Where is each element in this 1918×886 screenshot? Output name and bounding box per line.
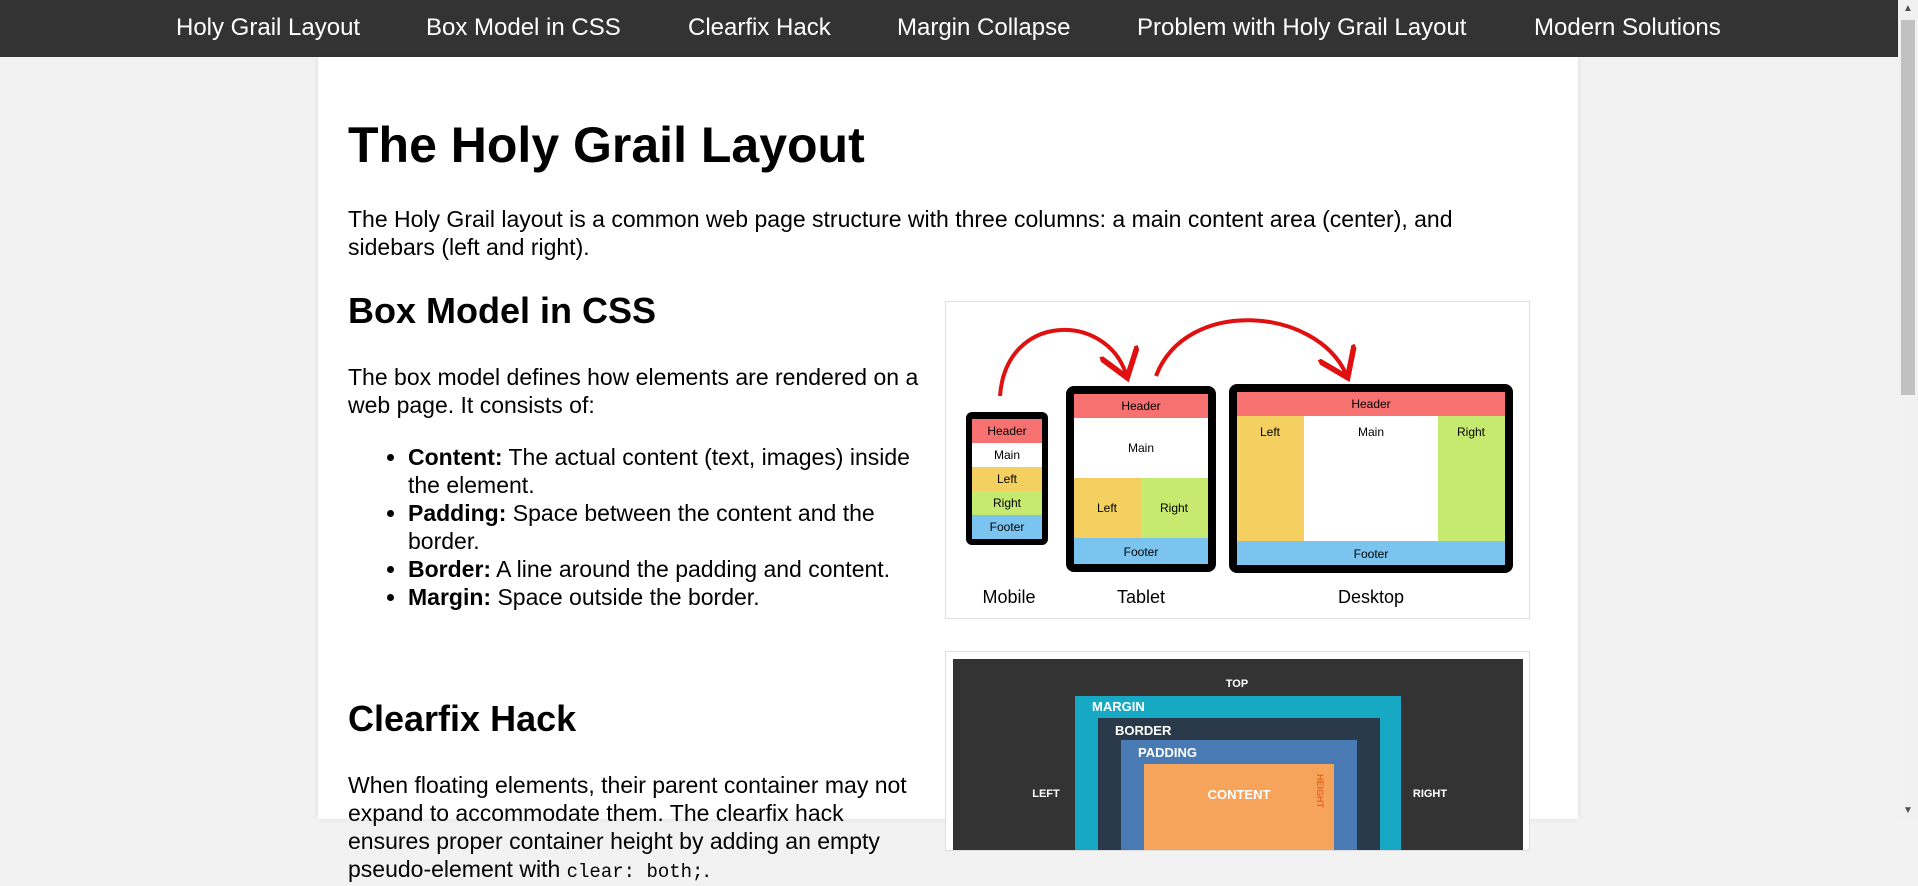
responsive-layouts-diagram: Header Main Left Right Footer Header Mai…: [966, 318, 1513, 607]
label-content: CONTENT: [1208, 787, 1271, 802]
intro-paragraph: The Holy Grail layout is a common web pa…: [348, 206, 1453, 260]
caption-mobile: Mobile: [982, 587, 1035, 607]
nav-link-problem-holy-grail[interactable]: Problem with Holy Grail Layout: [1137, 12, 1466, 44]
vertical-scrollbar[interactable]: ▲ ▼: [1898, 0, 1918, 819]
desktop-header-label: Header: [1351, 397, 1390, 411]
page-title: The Holy Grail Layout: [348, 117, 865, 173]
label-margin: MARGIN: [1092, 699, 1145, 714]
mobile-footer-label: Footer: [990, 520, 1025, 534]
clearfix-paragraph: When floating elements, their parent con…: [348, 771, 928, 886]
clearfix-heading: Clearfix Hack: [348, 698, 577, 739]
scroll-down-arrow-icon[interactable]: ▼: [1898, 802, 1918, 819]
list-item: Margin: Space outside the border.: [408, 583, 938, 611]
nav-link-margin-collapse[interactable]: Margin Collapse: [897, 12, 1070, 44]
box-model-diagram: TOP LEFT RIGHT MARGIN BORDER PADDING CON…: [953, 659, 1523, 860]
scroll-up-arrow-icon[interactable]: ▲: [1898, 0, 1918, 17]
box-model-intro: The box model defines how elements are r…: [348, 364, 919, 418]
clearfix-text-end: .: [703, 856, 710, 882]
clearfix-code: clear: both;: [566, 861, 704, 883]
tablet-header-label: Header: [1121, 399, 1160, 413]
nav-link-holy-grail[interactable]: Holy Grail Layout: [176, 12, 360, 44]
tablet-main-label: Main: [1128, 441, 1154, 455]
content-container: The Holy Grail Layout The Holy Grail lay…: [318, 57, 1578, 883]
caption-tablet: Tablet: [1117, 587, 1165, 607]
list-item: Padding: Space between the content and t…: [408, 499, 938, 555]
list-item-term: Padding:: [408, 500, 507, 526]
label-right: RIGHT: [1413, 788, 1448, 800]
desktop-footer-label: Footer: [1354, 547, 1389, 561]
tablet-left-label: Left: [1097, 501, 1118, 515]
list-item: Border: A line around the padding and co…: [408, 555, 938, 583]
label-border: BORDER: [1115, 723, 1172, 738]
list-item-term: Content:: [408, 444, 503, 470]
label-top: TOP: [1226, 678, 1248, 690]
list-item-term: Border:: [408, 556, 492, 582]
label-left: LEFT: [1032, 788, 1060, 800]
nav-list: Holy Grail Layout Box Model in CSS Clear…: [0, 0, 1898, 57]
box-model-figure: TOP LEFT RIGHT MARGIN BORDER PADDING CON…: [945, 651, 1530, 860]
desktop-left-label: Left: [1260, 425, 1281, 439]
desktop-right-label: Right: [1457, 425, 1486, 439]
caption-desktop: Desktop: [1338, 587, 1404, 607]
nav-link-box-model[interactable]: Box Model in CSS: [426, 12, 621, 44]
list-item: Content: The actual content (text, image…: [408, 443, 938, 499]
content-box: [1144, 764, 1334, 854]
box-model-list: Content: The actual content (text, image…: [378, 443, 938, 611]
desktop-main-label: Main: [1358, 425, 1384, 439]
box-model-heading: Box Model in CSS: [348, 290, 657, 331]
nav-link-modern-solutions[interactable]: Modern Solutions: [1534, 12, 1721, 44]
nav-link-clearfix[interactable]: Clearfix Hack: [688, 12, 831, 44]
responsive-layouts-figure: Header Main Left Right Footer Header Mai…: [945, 301, 1530, 619]
label-height: HEIGHT: [1315, 774, 1325, 809]
list-item-term: Margin:: [408, 584, 492, 610]
mobile-right-label: Right: [993, 496, 1022, 510]
tablet-footer-label: Footer: [1124, 545, 1159, 559]
mobile-left-label: Left: [997, 472, 1018, 486]
mobile-device: Header Main Left Right Footer: [966, 412, 1048, 545]
tablet-right-label: Right: [1160, 501, 1189, 515]
scrollbar-thumb[interactable]: [1901, 20, 1915, 395]
label-padding: PADDING: [1138, 745, 1197, 760]
arrow-tablet-to-desktop: [1154, 318, 1346, 376]
list-item-desc: Space outside the border.: [491, 584, 760, 610]
desktop-device: Header Left Main Right Footer: [1229, 384, 1513, 573]
top-navbar: Holy Grail Layout Box Model in CSS Clear…: [0, 0, 1898, 57]
tablet-device: Header Main Left Right Footer: [1066, 386, 1216, 572]
mobile-main-label: Main: [994, 448, 1020, 462]
list-item-desc: A line around the padding and content.: [491, 556, 891, 582]
mobile-header-label: Header: [987, 424, 1026, 438]
